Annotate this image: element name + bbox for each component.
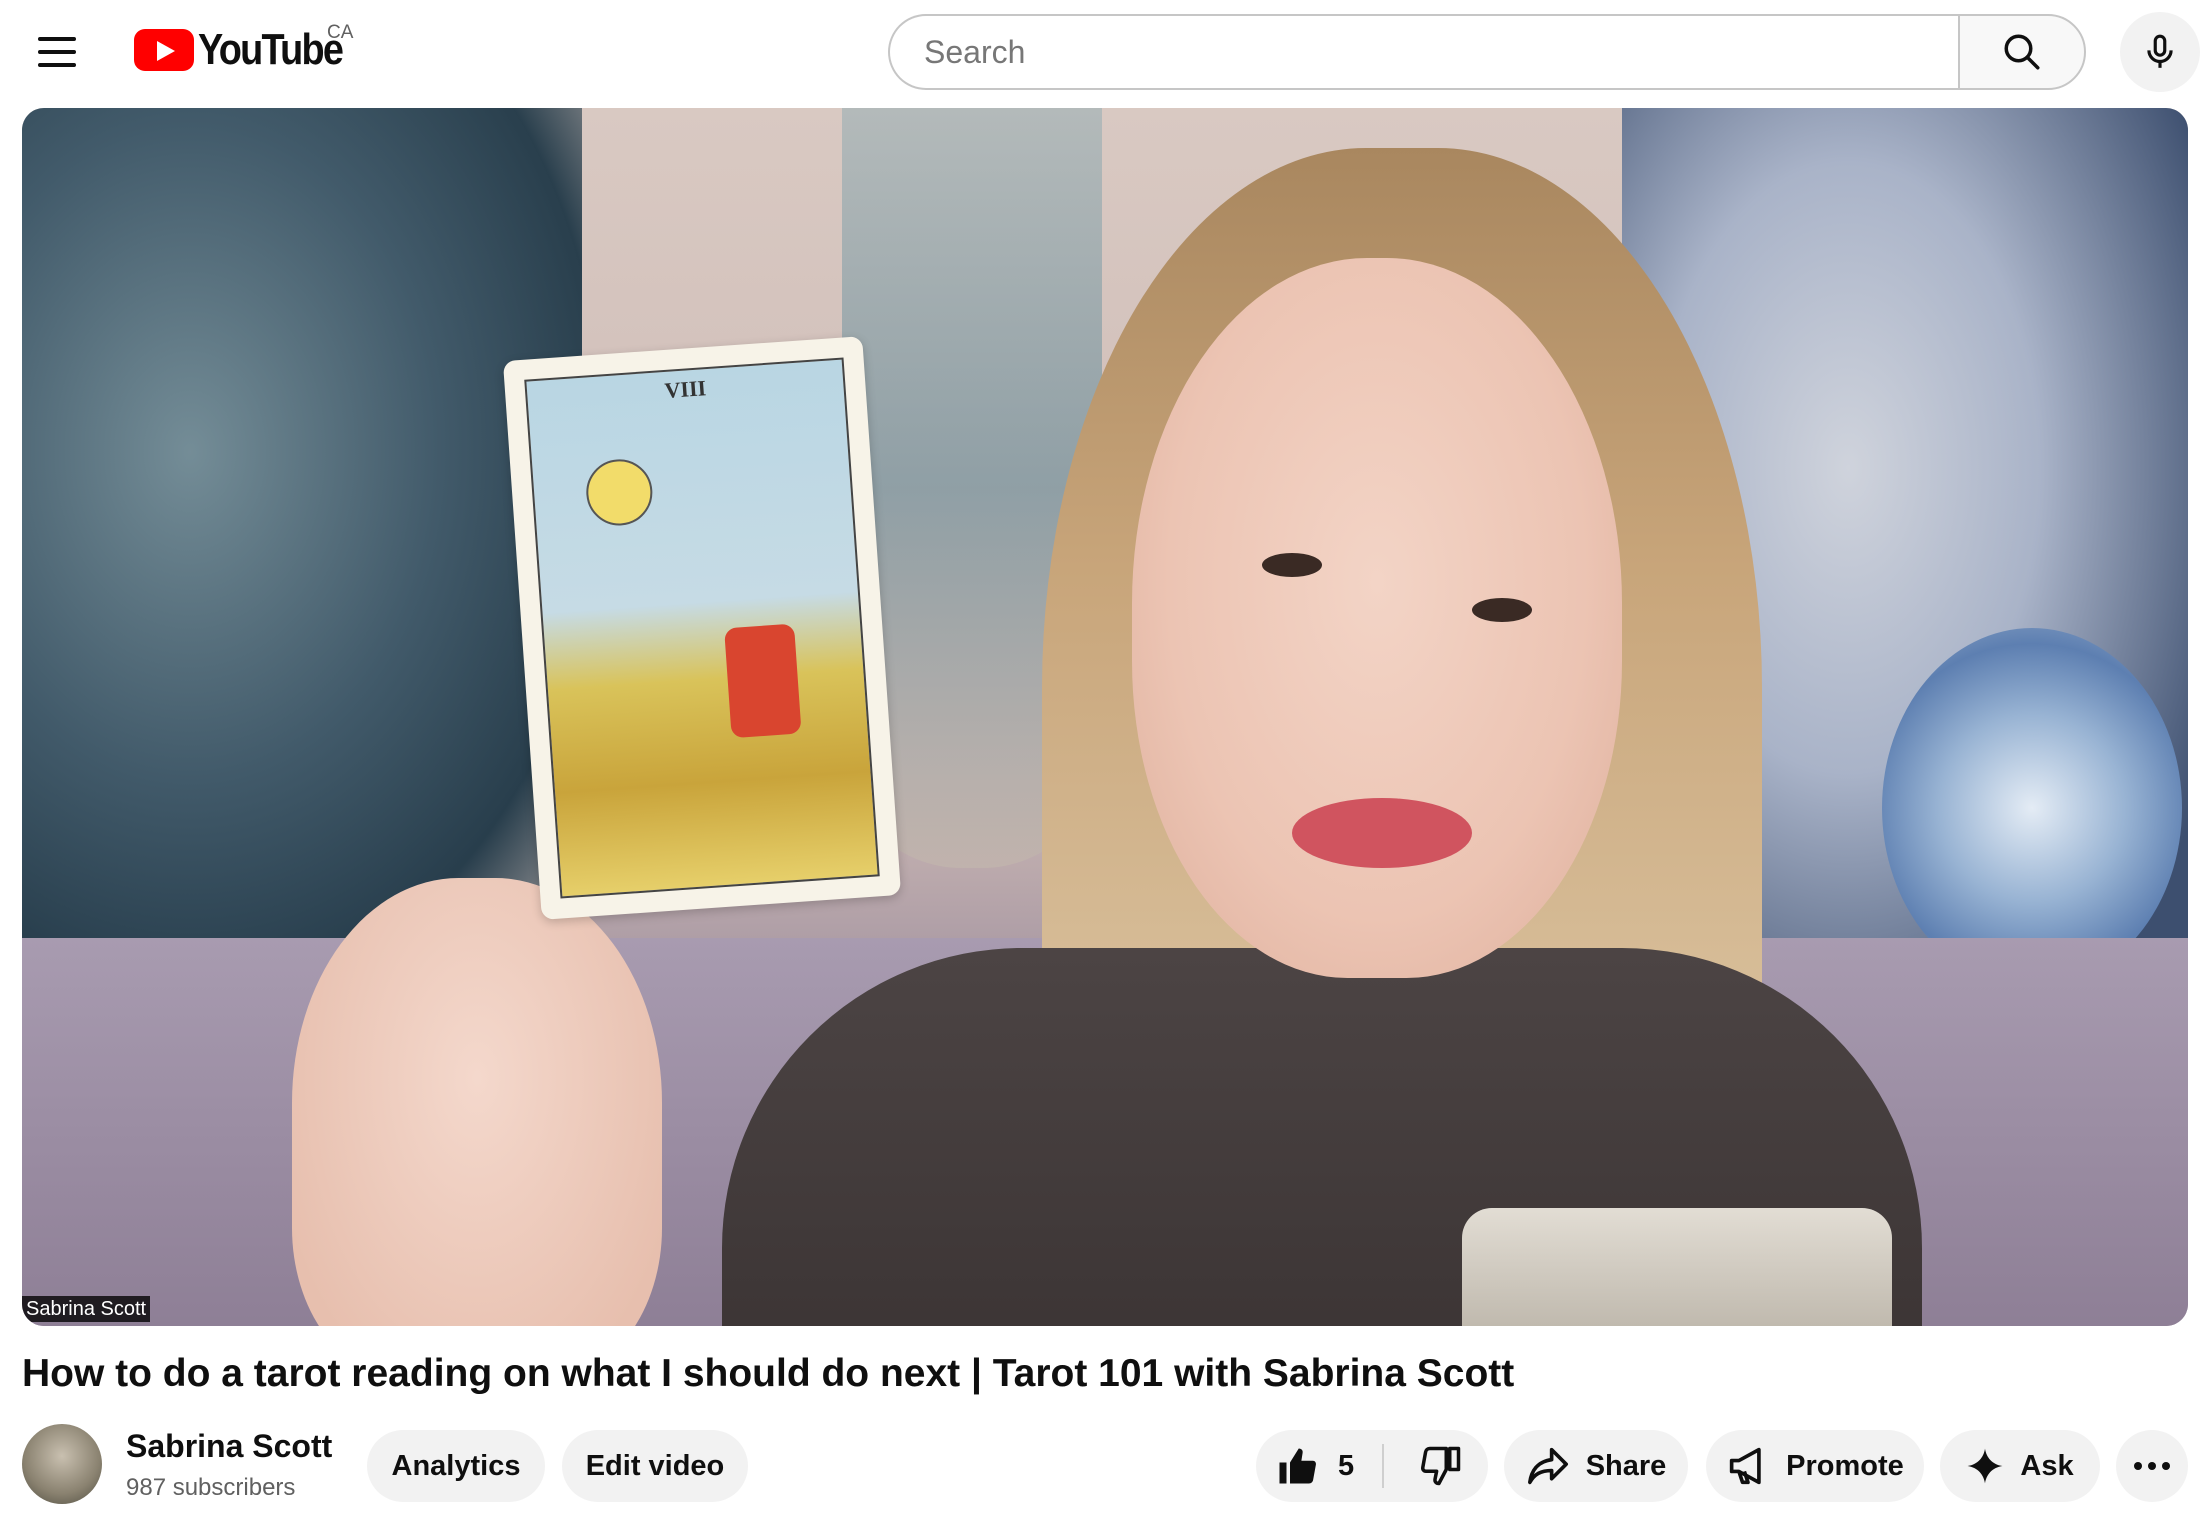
- ask-button[interactable]: Ask: [1940, 1430, 2100, 1502]
- more-dot: [2134, 1462, 2142, 1470]
- channel-name[interactable]: Sabrina Scott: [126, 1428, 332, 1465]
- person-eye-right: [1472, 598, 1532, 622]
- share-button[interactable]: Share: [1504, 1430, 1688, 1502]
- edit-video-button[interactable]: Edit video: [562, 1430, 748, 1502]
- moon-icon: [584, 457, 655, 528]
- region-code: CA: [327, 22, 354, 43]
- tarot-figure: [724, 623, 802, 739]
- like-dislike-group: 5: [1256, 1430, 1488, 1502]
- dislike-button[interactable]: [1406, 1430, 1476, 1502]
- tarot-card: VIII: [502, 336, 902, 920]
- tarot-card-numeral: VIII: [663, 375, 707, 404]
- menu-icon[interactable]: [38, 28, 86, 76]
- thumbs-down-icon: [1421, 1446, 1461, 1486]
- video-name-label: Sabrina Scott: [22, 1296, 151, 1322]
- share-button-label: Share: [1585, 1449, 1667, 1482]
- avatar[interactable]: [22, 1424, 102, 1504]
- sparkle-icon: [1966, 1447, 2004, 1485]
- search-button[interactable]: [1958, 14, 2086, 90]
- person-face: [1132, 258, 1622, 978]
- masthead: YouTube CA: [0, 0, 2206, 106]
- thumbs-up-icon: [1279, 1448, 1316, 1484]
- youtube-play-icon: [134, 29, 194, 71]
- search-input[interactable]: [922, 32, 1826, 72]
- subscriber-count: 987 subscribers: [126, 1474, 296, 1501]
- analytics-button-label: Analytics: [391, 1449, 521, 1482]
- share-icon: [1526, 1446, 1570, 1486]
- edit-video-button-label: Edit video: [585, 1449, 725, 1482]
- megaphone-icon: [1726, 1446, 1770, 1486]
- microphone-icon: [2147, 34, 2173, 68]
- video-player[interactable]: VIII Sabrina Scott: [22, 108, 2188, 1326]
- voice-search-button[interactable]: [2120, 12, 2200, 92]
- tarot-deck: [1462, 1208, 1892, 1326]
- search-box: [888, 14, 1958, 90]
- succulent-pattern: [1882, 628, 2182, 988]
- more-dot: [2162, 1462, 2170, 1470]
- like-divider: [1382, 1444, 1384, 1488]
- tarot-card-art: VIII: [524, 357, 880, 899]
- ask-button-label: Ask: [2020, 1449, 2074, 1482]
- youtube-logo[interactable]: YouTube CA: [134, 22, 366, 78]
- more-actions-button[interactable]: [2116, 1430, 2188, 1502]
- video-title: How to do a tarot reading on what I shou…: [22, 1352, 1515, 1395]
- like-count: 5: [1338, 1449, 1355, 1482]
- person-hand: [292, 878, 662, 1326]
- like-button[interactable]: 5: [1276, 1430, 1354, 1502]
- more-dot: [2148, 1462, 2156, 1470]
- cactus-tapestry-left: [22, 108, 582, 968]
- logo-text: YouTube: [198, 25, 344, 74]
- analytics-button[interactable]: Analytics: [367, 1430, 545, 1502]
- search-icon: [2004, 34, 2040, 70]
- person-lips: [1292, 798, 1472, 868]
- promote-button-label: Promote: [1786, 1449, 1904, 1482]
- promote-button[interactable]: Promote: [1706, 1430, 1924, 1502]
- person-eye-left: [1262, 553, 1322, 577]
